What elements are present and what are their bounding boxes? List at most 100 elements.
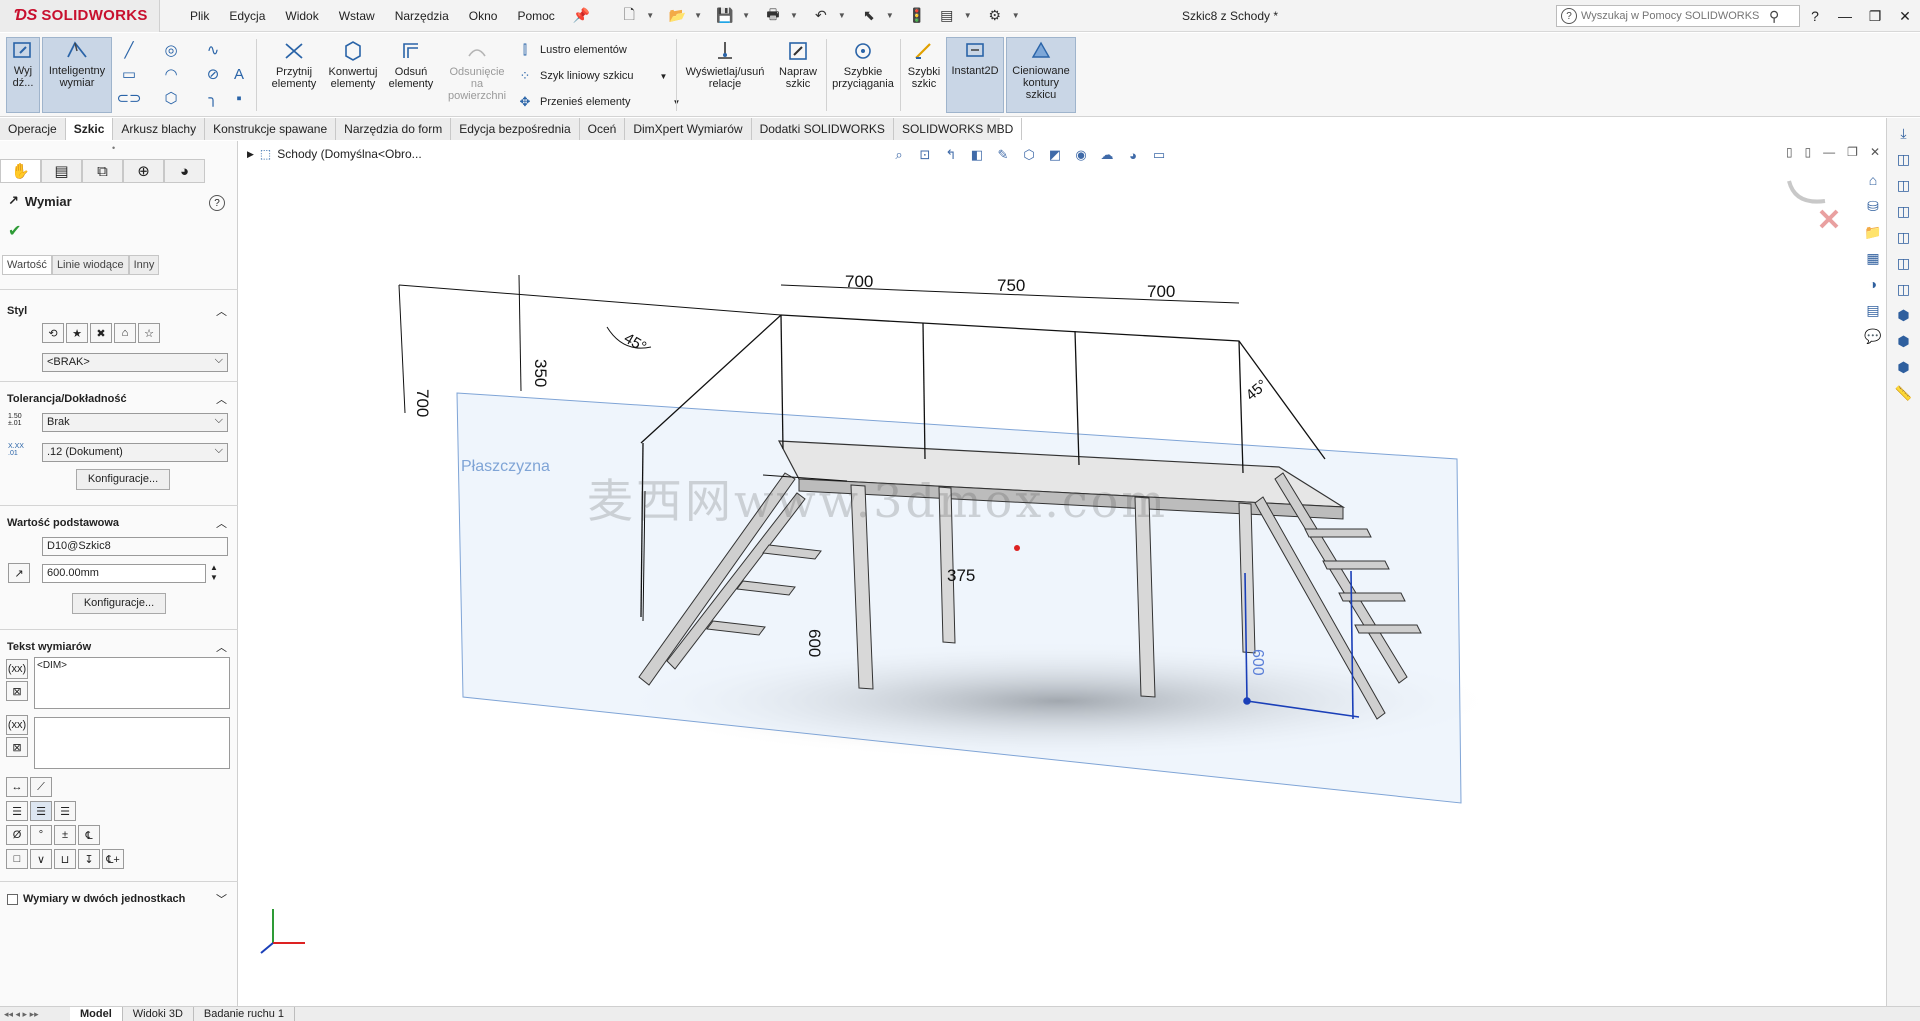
delete-style-icon[interactable]: ✖ <box>90 323 112 343</box>
subtab-value[interactable]: Wartość <box>2 255 52 275</box>
add-parentheses-icon[interactable]: (xx) <box>6 659 28 679</box>
smart-dimension-button[interactable]: Inteligentny wymiar <box>42 37 112 113</box>
pin-icon[interactable]: 📌 <box>573 7 590 24</box>
offset-entities-button[interactable]: Odsuń elementy <box>386 39 436 90</box>
load-style-icon[interactable]: ☆ <box>138 323 160 343</box>
cube-front-icon[interactable]: ◫ <box>1893 148 1915 170</box>
save-dropdown-icon[interactable]: ▼ <box>742 11 750 20</box>
more-symbols-icon[interactable]: ℄+ <box>102 849 124 869</box>
tab-model[interactable]: Model <box>70 1007 123 1021</box>
print-icon[interactable]: 🖶 <box>760 5 786 27</box>
tab-edycja-bezposrednia[interactable]: Edycja bezpośrednia <box>451 118 580 140</box>
tab-szkic[interactable]: Szkic <box>65 118 114 140</box>
restore-icon[interactable]: ❐ <box>1860 8 1890 25</box>
text-angled-icon[interactable]: ⟋ <box>30 777 52 797</box>
convert-entities-button[interactable]: Konwertuj elementy <box>324 39 382 90</box>
counterbore-icon[interactable]: ⊔ <box>54 849 76 869</box>
ellipse-icon[interactable]: ⊘ <box>202 63 224 85</box>
square-icon[interactable]: □ <box>6 849 28 869</box>
dimension-value-field[interactable]: 600.00mm <box>42 564 206 583</box>
dim-text-below-field[interactable] <box>34 717 230 769</box>
graphics-area[interactable]: ▶ ⬚ Schody (Domyślna<Obro... ⌕ ⊡ ↰ ◧ ✎ ⬡… <box>239 141 1886 1006</box>
menu-wstaw[interactable]: Wstaw <box>329 0 385 32</box>
cube-bottom-icon[interactable]: ◫ <box>1893 278 1915 300</box>
subtab-leaders[interactable]: Linie wiodące <box>51 255 129 275</box>
linear-pattern-button[interactable]: ⁘ Szyk liniowy szkicu ▼ <box>516 67 668 85</box>
file-explorer-icon[interactable]: ▦ <box>1862 247 1884 269</box>
new-icon[interactable]: 🗋 <box>616 5 642 27</box>
instant2d-button[interactable]: Instant2D <box>946 37 1004 113</box>
dual-dimension-checkbox[interactable] <box>7 893 18 905</box>
menu-okno[interactable]: Okno <box>459 0 508 32</box>
move-entities-button[interactable]: ✥ Przenieś elementy ▼ <box>516 93 681 111</box>
configurations-button[interactable]: Konfiguracje... <box>76 469 170 490</box>
custom-properties-icon[interactable]: ▤ <box>1862 299 1884 321</box>
align-center-icon[interactable]: ☰ <box>30 801 52 821</box>
tab-ocen[interactable]: Oceń <box>580 118 626 140</box>
taskpane-pin-icon[interactable]: ⤓ <box>1893 122 1915 144</box>
mirror-entities-button[interactable]: ⫿ Lustro elementów <box>516 41 627 59</box>
rapid-sketch-button[interactable]: Szybki szkic <box>904 39 944 90</box>
options-icon[interactable]: ⚙ <box>982 5 1008 27</box>
help-icon[interactable]: ? <box>1800 8 1830 24</box>
dim-text-above-field[interactable]: <DIM> <box>34 657 230 709</box>
countersink-icon[interactable]: ∨ <box>30 849 52 869</box>
feature-manager-icon[interactable]: ✋ <box>0 159 41 183</box>
chevron-down-icon[interactable]: ﹀ <box>216 891 227 907</box>
save-icon[interactable]: 💾 <box>712 5 738 27</box>
menu-narzedzia[interactable]: Narzędzia <box>385 0 459 32</box>
degree-icon[interactable]: ° <box>30 825 52 845</box>
tolerance-select[interactable]: Brak <box>42 412 228 432</box>
cube-iso-icon[interactable]: ⬢ <box>1893 304 1915 326</box>
align-right-icon[interactable]: ☰ <box>54 801 76 821</box>
select-icon[interactable]: ⬉ <box>856 5 882 27</box>
property-manager-icon[interactable]: ▤ <box>41 159 82 183</box>
help-search-input[interactable] <box>1581 10 1767 22</box>
save-style-icon[interactable]: ⌂ <box>114 323 136 343</box>
cube-dimetric-icon[interactable]: ⬢ <box>1893 356 1915 378</box>
new-dropdown-icon[interactable]: ▼ <box>646 11 654 20</box>
slot-icon[interactable]: ⊂⊃ <box>116 87 141 109</box>
text-horizontal-icon[interactable]: ↔ <box>6 777 28 797</box>
quick-snaps-button[interactable]: Szybkie przyciągania <box>830 39 896 90</box>
precision-select[interactable]: .12 (Dokument) <box>42 442 228 462</box>
dual-dimension-row[interactable]: Wymiary w dwóch jednostkach <box>7 893 185 905</box>
tab-dimxpert[interactable]: DimXpert Wymiarów <box>625 118 752 140</box>
design-library-icon[interactable]: 📁 <box>1862 221 1884 243</box>
rectangle-icon[interactable]: ▭ <box>118 63 140 85</box>
cube-right-icon[interactable]: ◫ <box>1893 226 1915 248</box>
offset-text-icon[interactable]: ⊠ <box>6 737 28 757</box>
point-icon[interactable]: ▪ <box>228 87 250 109</box>
value-spinner-icon[interactable]: ▲ ▼ <box>210 563 218 583</box>
print-dropdown-icon[interactable]: ▼ <box>790 11 798 20</box>
file-properties-dropdown-icon[interactable]: ▼ <box>964 11 972 20</box>
cube-top-icon[interactable]: ◫ <box>1893 252 1915 274</box>
menu-plik[interactable]: Plik <box>180 0 219 32</box>
center-dimension-icon[interactable]: ⊠ <box>6 681 28 701</box>
pm-help-icon[interactable]: ? <box>209 195 225 211</box>
solidworks-logo[interactable]: ƊS SOLIDWORKS <box>0 0 160 32</box>
home-icon[interactable]: ⌂ <box>1862 169 1884 191</box>
minimize-icon[interactable]: — <box>1830 8 1860 24</box>
tab-mbd[interactable]: SOLIDWORKS MBD <box>894 118 1023 140</box>
search-icon[interactable]: ⚲ <box>1769 8 1779 25</box>
cube-back-icon[interactable]: ◫ <box>1893 174 1915 196</box>
chevron-up-icon[interactable]: ︿ <box>216 303 227 319</box>
diameter-icon[interactable]: Ø <box>6 825 28 845</box>
tab-motion-study[interactable]: Badanie ruchu 1 <box>194 1007 296 1021</box>
resources-icon[interactable]: ⛁ <box>1862 195 1884 217</box>
appearances-icon[interactable]: ◑ <box>1862 273 1884 295</box>
polygon-icon[interactable]: ⬡ <box>160 87 182 109</box>
chevron-up-icon[interactable]: ︿ <box>216 639 227 655</box>
display-relations-button[interactable]: Wyświetlaj/usuń relacje <box>680 39 770 90</box>
centerline-icon[interactable]: ℄ <box>78 825 100 845</box>
inspection-dimension-icon[interactable]: (xx) <box>6 715 28 735</box>
trim-entities-button[interactable]: Przytnij elementy <box>268 39 320 90</box>
configurations-button-2[interactable]: Konfiguracje... <box>72 593 166 614</box>
cube-trimetric-icon[interactable]: ⬢ <box>1893 330 1915 352</box>
menu-edycja[interactable]: Edycja <box>219 0 275 32</box>
configuration-manager-icon[interactable]: ⧉ <box>82 159 123 183</box>
chevron-up-icon[interactable]: ︿ <box>216 515 227 531</box>
ok-check-icon[interactable]: ✔ <box>8 221 21 241</box>
subtab-other[interactable]: Inny <box>128 255 160 275</box>
